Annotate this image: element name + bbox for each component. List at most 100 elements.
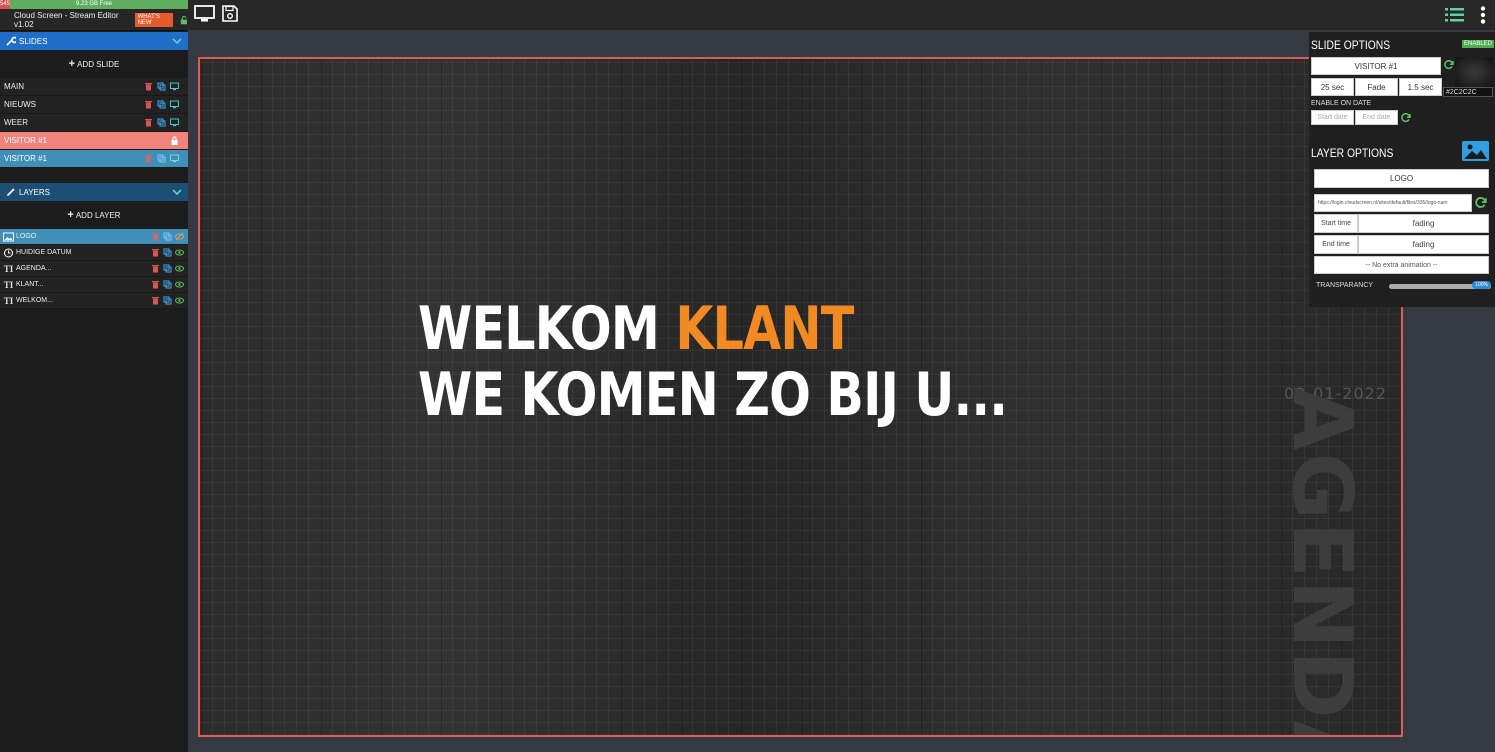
eye-icon[interactable] — [175, 296, 184, 305]
transparency-slider[interactable]: 100% — [1389, 281, 1491, 289]
trash-icon[interactable] — [151, 232, 160, 241]
layer-name-input[interactable]: LOGO — [1314, 169, 1489, 188]
copy-icon[interactable] — [157, 82, 166, 91]
trash-icon[interactable] — [151, 248, 160, 257]
background-color-input[interactable]: #2C2C2C — [1443, 87, 1493, 97]
image-icon — [3, 232, 14, 241]
welcome-word: WELKOM — [418, 294, 676, 364]
layer-item-klant[interactable]: TI KLANT... — [0, 277, 188, 293]
monitor-icon[interactable] — [170, 154, 179, 163]
eye-icon[interactable] — [175, 264, 184, 273]
image-icon[interactable] — [1462, 141, 1489, 161]
save-icon[interactable] — [222, 5, 238, 22]
transparency-label: TRANSPARANCY — [1316, 282, 1374, 289]
trash-icon[interactable] — [144, 100, 153, 109]
unlock-icon[interactable] — [180, 15, 188, 25]
eye-slash-icon[interactable] — [175, 232, 184, 241]
layer-item-agenda[interactable]: TI AGENDA... — [0, 261, 188, 277]
agenda-layer[interactable]: AGENDA — [1274, 387, 1369, 735]
slides-section-header[interactable]: SLIDES — [0, 32, 188, 50]
klant-word: KLANT — [675, 294, 854, 364]
text-icon: TI — [3, 279, 14, 290]
transition-select[interactable]: Fade — [1355, 78, 1398, 96]
enabled-toggle[interactable]: ENABLED — [1461, 40, 1494, 48]
copy-icon[interactable] — [157, 100, 166, 109]
layer-item-label: LOGO — [16, 233, 37, 240]
trash-icon[interactable] — [151, 264, 160, 273]
plus-icon: + — [67, 209, 74, 221]
add-layer-button[interactable]: + ADD LAYER — [0, 201, 188, 229]
copy-icon[interactable] — [157, 118, 166, 127]
layer-item-logo[interactable]: LOGO — [0, 229, 188, 245]
slide-item-weer[interactable]: WEER — [0, 114, 188, 132]
plus-icon: + — [68, 58, 76, 70]
trash-icon[interactable] — [144, 118, 153, 127]
trash-icon[interactable] — [144, 82, 153, 91]
refresh-icon[interactable] — [1444, 60, 1454, 70]
enable-on-date-label: ENABLE ON DATE — [1311, 100, 1372, 107]
slides-section-title: SLIDES — [19, 36, 48, 46]
chevron-down-icon[interactable] — [172, 37, 182, 45]
layer-item-welkom[interactable]: TI WELKOM... — [0, 293, 188, 309]
slide-item-nieuws[interactable]: NIEUWS — [0, 96, 188, 114]
whats-new-button[interactable]: WHAT'S NEW — [134, 12, 174, 27]
transition-time-input[interactable]: 1.5 sec — [1399, 78, 1442, 96]
layer-item-label: HUIDIGE DATUM — [16, 249, 72, 256]
start-time-label: Start time — [1314, 214, 1358, 233]
app-title: Cloud Screen - Stream Editor v1.02 — [14, 10, 119, 29]
slide-item-visitor-locked[interactable]: VISITOR #1 — [0, 132, 188, 150]
slide-item-label: WEER — [4, 118, 28, 127]
lock-icon[interactable] — [170, 136, 179, 145]
start-date-input[interactable]: Start date — [1311, 110, 1354, 125]
monitor-icon[interactable] — [170, 82, 179, 91]
copy-icon[interactable] — [163, 264, 172, 273]
list-icon[interactable] — [1445, 7, 1464, 23]
layers-section-header[interactable]: LAYERS — [0, 183, 188, 201]
end-time-label: End time — [1314, 235, 1358, 254]
more-vertical-icon[interactable] — [1480, 6, 1486, 24]
wrench-icon — [6, 36, 16, 46]
transparency-value[interactable]: 100% — [1472, 281, 1491, 289]
trash-icon[interactable] — [151, 296, 160, 305]
start-time-row: Start time fading — [1314, 214, 1489, 233]
layer-item-label: WELKOM... — [16, 297, 53, 304]
monitor-icon[interactable] — [194, 5, 215, 23]
eye-icon[interactable] — [175, 248, 184, 257]
copy-icon[interactable] — [163, 280, 172, 289]
slide-item-visitor-active[interactable]: VISITOR #1 — [0, 150, 188, 168]
slide-duration-input[interactable]: 25 sec — [1311, 78, 1354, 96]
copy-icon[interactable] — [163, 232, 172, 241]
add-slide-button[interactable]: + ADD SLIDE — [0, 50, 188, 78]
background-thumbnail[interactable] — [1455, 57, 1493, 87]
layers-section-title: LAYERS — [19, 187, 50, 197]
slide-name-input[interactable]: VISITOR #1 — [1311, 57, 1441, 75]
refresh-icon[interactable] — [1475, 197, 1487, 209]
layer-item-label: KLANT... — [16, 281, 44, 288]
layer-url-input[interactable]: https://login.cloudscreen.nl/sites/defau… — [1314, 194, 1472, 212]
clock-icon — [4, 248, 13, 257]
welcome-line-1: WELKOM KLANT — [418, 296, 1007, 362]
animation-select[interactable]: -- No extra animation -- — [1314, 256, 1489, 274]
trash-icon[interactable] — [151, 280, 160, 289]
slide-item-label: VISITOR #1 — [4, 154, 47, 163]
end-date-input[interactable]: End date — [1355, 110, 1398, 125]
layer-item-label: AGENDA... — [16, 265, 52, 272]
slide-canvas[interactable]: WELKOM KLANT WE KOMEN ZO BIJ U... 02-01-… — [198, 57, 1403, 737]
monitor-icon[interactable] — [170, 100, 179, 109]
copy-icon[interactable] — [157, 154, 166, 163]
monitor-icon[interactable] — [170, 118, 179, 127]
welcome-line-2: WE KOMEN ZO BIJ U... — [418, 360, 1008, 430]
options-panel: SLIDE OPTIONS ENABLED VISITOR #1 25 sec … — [1309, 32, 1495, 307]
end-time-select[interactable]: fading — [1358, 235, 1489, 254]
copy-icon[interactable] — [163, 296, 172, 305]
slide-item-main[interactable]: MAIN — [0, 78, 188, 96]
refresh-icon[interactable] — [1401, 113, 1411, 123]
top-toolbar — [188, 0, 1495, 30]
chevron-down-icon[interactable] — [172, 188, 182, 196]
eye-icon[interactable] — [175, 280, 184, 289]
copy-icon[interactable] — [163, 248, 172, 257]
trash-icon[interactable] — [144, 154, 153, 163]
welcome-text-layer[interactable]: WELKOM KLANT WE KOMEN ZO BIJ U... — [418, 296, 1008, 430]
layer-item-huidige-datum[interactable]: HUIDIGE DATUM — [0, 245, 188, 261]
start-time-select[interactable]: fading — [1358, 214, 1489, 233]
